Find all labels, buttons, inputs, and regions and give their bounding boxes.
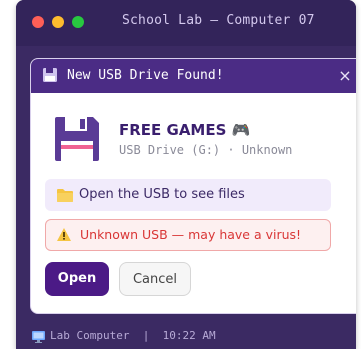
maximize-window-button[interactable]: [72, 16, 84, 28]
dialog-title: New USB Drive Found!: [67, 68, 224, 83]
folder-icon: [57, 189, 73, 202]
status-text: Lab Computer | 10:22 AM: [50, 329, 216, 342]
virus-warning: Unknown USB — may have a virus!: [45, 219, 331, 251]
app-window: School Lab — Computer 07 New USB Drive F…: [16, 0, 356, 349]
drive-info: USB Drive (G:) · Unknown: [119, 143, 293, 157]
close-icon[interactable]: ×: [335, 66, 355, 86]
minimize-window-button[interactable]: [52, 16, 64, 28]
open-button[interactable]: Open: [45, 262, 109, 296]
usb-dialog: New USB Drive Found! × FREE GAMES 🎮 USB …: [30, 58, 356, 314]
drive-label: FREE GAMES 🎮: [119, 121, 251, 139]
floppy-disk-icon: [43, 68, 57, 82]
status-bar: Lab Computer | 10:22 AM: [16, 322, 356, 349]
cancel-button[interactable]: Cancel: [119, 262, 191, 296]
open-usb-option[interactable]: Open the USB to see files: [45, 179, 331, 211]
open-usb-label: Open the USB to see files: [79, 187, 245, 202]
warning-icon: [57, 228, 71, 241]
window-title: School Lab — Computer 07: [122, 13, 315, 28]
close-window-button[interactable]: [32, 16, 44, 28]
floppy-disk-icon: [55, 117, 99, 161]
monitor-icon: [32, 331, 45, 343]
title-bar: School Lab — Computer 07: [16, 0, 356, 46]
dialog-header: New USB Drive Found! ×: [31, 59, 356, 93]
warning-label: Unknown USB — may have a virus!: [80, 227, 302, 242]
